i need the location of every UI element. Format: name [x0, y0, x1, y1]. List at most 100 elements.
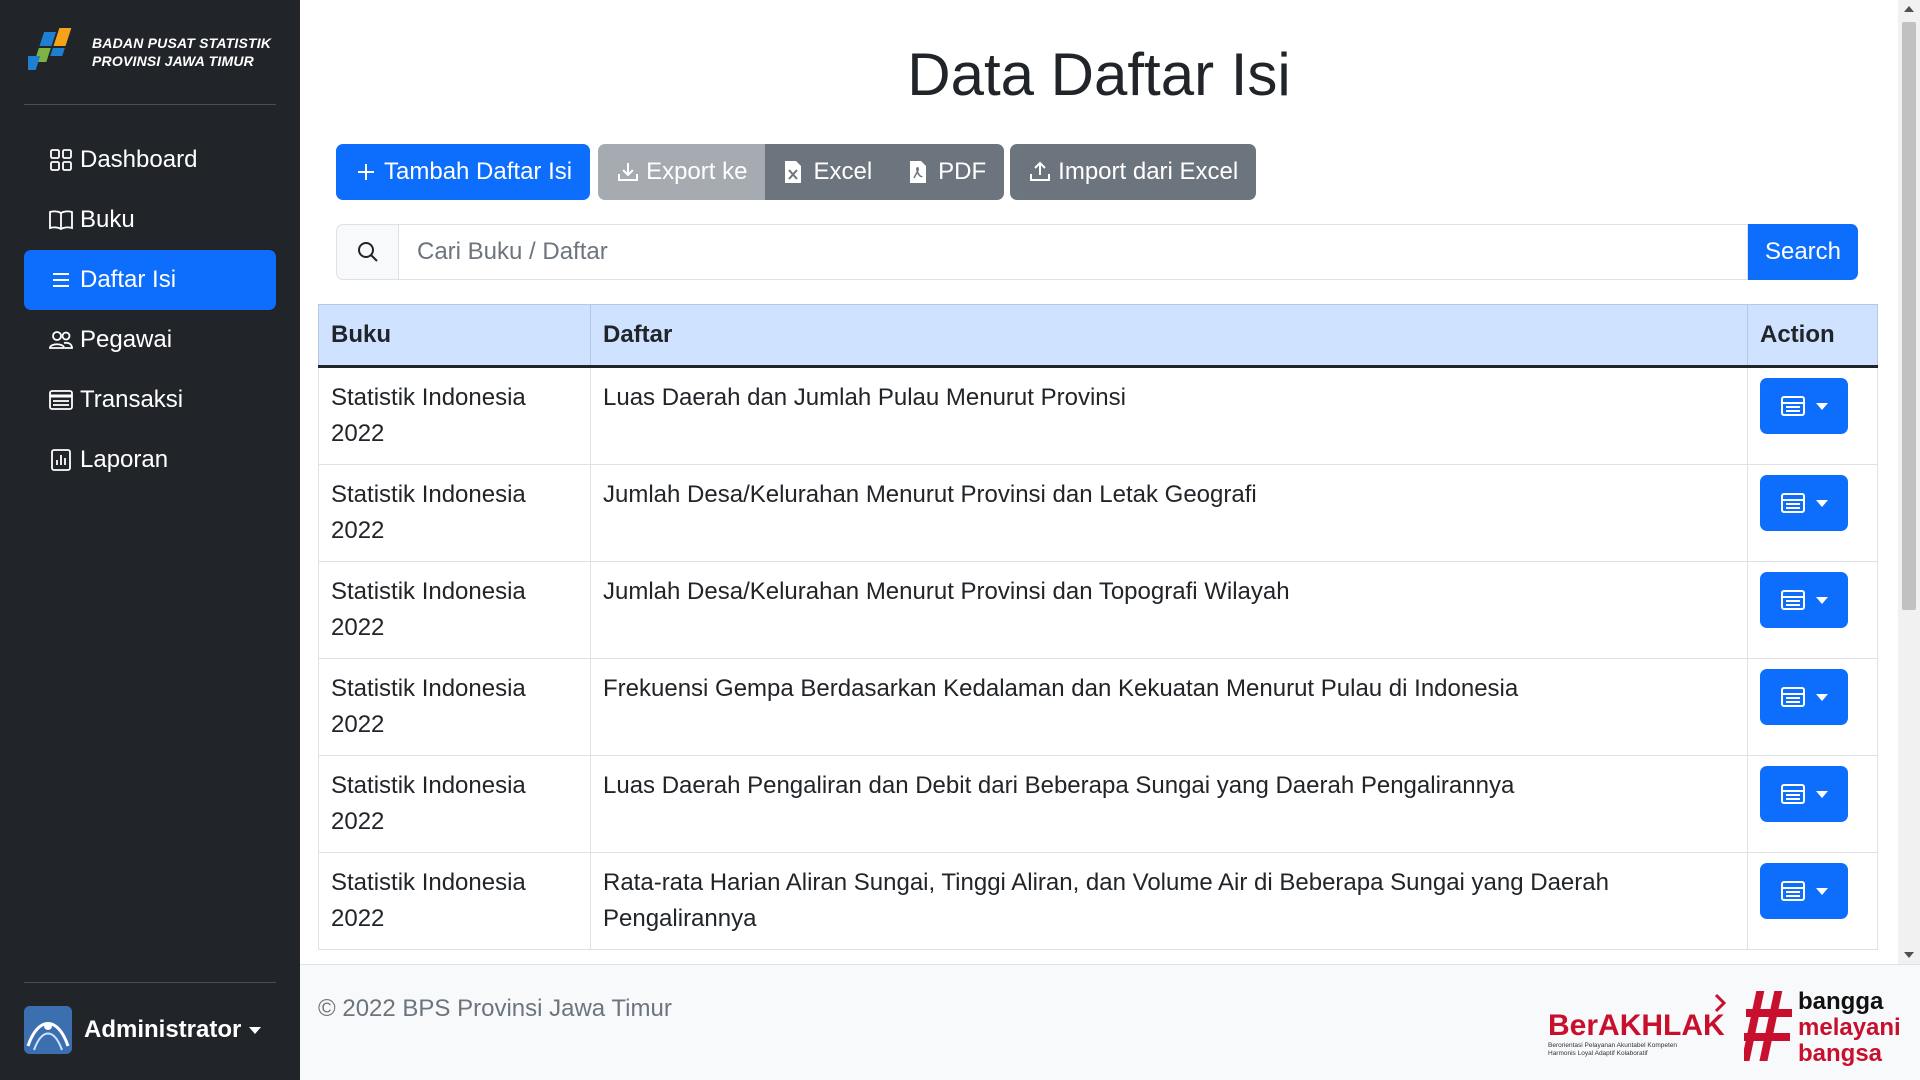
column-header-daftar[interactable]: Daftar	[590, 304, 1748, 368]
toolbar: Tambah Daftar Isi Export ke Excel PDF Im…	[336, 144, 1257, 200]
bar-chart-icon	[48, 447, 74, 473]
menu-card-icon	[1781, 590, 1805, 610]
action-dropdown-button[interactable]	[1760, 863, 1848, 919]
excel-button-label: Excel	[813, 158, 873, 185]
table-header-row: Buku Daftar Action	[318, 304, 1878, 368]
export-excel-button[interactable]: Excel	[765, 144, 891, 200]
brand-text: BADAN PUSAT STATISTIK PROVINSI JAWA TIMU…	[92, 34, 271, 70]
file-excel-icon	[783, 160, 807, 184]
scroll-thumb[interactable]	[1902, 22, 1916, 610]
cell-action	[1747, 755, 1878, 853]
berakhlak-title: BerAKHLAK	[1548, 1009, 1725, 1042]
menu-card-icon	[1781, 687, 1805, 707]
bangga-line-3: bangsa	[1798, 1040, 1883, 1067]
sidebar-item-pegawai[interactable]: Pegawai	[24, 310, 276, 370]
search-icon	[336, 224, 398, 280]
page-title: Data Daftar Isi	[907, 41, 1291, 108]
page-scrollbar[interactable]	[1898, 0, 1920, 964]
sidebar-item-label: Laporan	[80, 446, 169, 473]
menu-card-icon	[1781, 881, 1805, 901]
cell-daftar: Jumlah Desa/Kelurahan Menurut Provinsi d…	[590, 561, 1748, 659]
caret-down-icon	[1816, 693, 1828, 701]
action-dropdown-button[interactable]	[1760, 669, 1848, 725]
menu-card-icon	[1781, 784, 1805, 804]
daftar-isi-table: Buku Daftar Action Statistik Indonesia 2…	[318, 304, 1878, 950]
table-row: Statistik Indonesia 2022 Frekuensi Gempa…	[318, 658, 1878, 756]
caret-down-icon	[249, 1026, 262, 1034]
import-button-wrap: Import dari Excel	[1010, 144, 1257, 200]
sidebar-item-laporan[interactable]: Laporan	[24, 430, 276, 490]
caret-down-icon	[1816, 887, 1828, 895]
footer: © 2022 BPS Provinsi Jawa Timur BerAKHLAK…	[300, 964, 1920, 1080]
brand[interactable]: BADAN PUSAT STATISTIK PROVINSI JAWA TIMU…	[28, 26, 271, 78]
copyright-text: © 2022 BPS Provinsi Jawa Timur	[318, 995, 672, 1022]
bangga-line-2: melayani	[1798, 1014, 1901, 1041]
cell-action	[1747, 366, 1878, 465]
bangga-line-1: bangga	[1798, 988, 1884, 1015]
sidebar-item-label: Pegawai	[80, 326, 173, 353]
search-input[interactable]	[398, 224, 1748, 280]
action-dropdown-button[interactable]	[1760, 378, 1848, 434]
people-icon	[48, 327, 74, 353]
cell-daftar: Frekuensi Gempa Berdasarkan Kedalaman da…	[590, 658, 1748, 756]
bps-logo-icon	[28, 28, 72, 70]
main-content: Data Daftar Isi Tambah Daftar Isi Export…	[300, 0, 1898, 964]
menu-card-icon	[1781, 396, 1805, 416]
sidebar-item-daftar-isi[interactable]: Daftar Isi	[24, 250, 276, 310]
scroll-down-icon[interactable]	[1904, 952, 1914, 958]
bangga-melayani-bangsa-logo: bangga melayani bangsa	[1744, 988, 1901, 1067]
avatar	[24, 1006, 72, 1054]
list-icon	[48, 267, 74, 293]
import-excel-button[interactable]: Import dari Excel	[1010, 144, 1257, 200]
berakhlak-sub-1: Berorientasi Pelayanan Akuntabel Kompete…	[1548, 1042, 1677, 1049]
caret-down-icon	[1816, 790, 1828, 798]
user-name: Administrator	[84, 1016, 242, 1043]
table-body: Statistik Indonesia 2022 Luas Daerah dan…	[318, 366, 1878, 950]
export-pdf-button[interactable]: PDF	[890, 144, 1005, 200]
grid-icon	[48, 147, 74, 173]
brand-line-1: BADAN PUSAT STATISTIK	[92, 35, 272, 51]
cell-buku: Statistik Indonesia 2022	[318, 366, 591, 465]
scroll-up-icon[interactable]	[1904, 6, 1914, 12]
table-row: Statistik Indonesia 2022 Luas Daerah dan…	[318, 366, 1878, 465]
table-row: Statistik Indonesia 2022 Jumlah Desa/Kel…	[318, 464, 1878, 562]
cell-buku: Statistik Indonesia 2022	[318, 658, 591, 756]
sidebar-item-dashboard[interactable]: Dashboard	[24, 130, 276, 190]
action-dropdown-button[interactable]	[1760, 572, 1848, 628]
cell-action	[1747, 852, 1878, 950]
upload-icon	[1028, 160, 1052, 184]
sidebar: BADAN PUSAT STATISTIK PROVINSI JAWA TIMU…	[0, 0, 300, 1080]
caret-down-icon	[1816, 499, 1828, 507]
search-button[interactable]: Search	[1748, 224, 1858, 280]
add-daftar-isi-button[interactable]: Tambah Daftar Isi	[336, 144, 591, 200]
pdf-button-label: PDF	[938, 158, 987, 185]
export-button-label: Export ke	[646, 158, 748, 185]
sidebar-item-label: Buku	[80, 206, 135, 233]
berakhlak-sub-2: Harmonis Loyal Adaptif Kolaboratif	[1548, 1050, 1648, 1057]
cell-daftar: Luas Daerah Pengaliran dan Debit dari Be…	[590, 755, 1748, 853]
plus-icon	[354, 160, 378, 184]
sidebar-item-transaksi[interactable]: Transaksi	[24, 370, 276, 430]
cell-buku: Statistik Indonesia 2022	[318, 561, 591, 659]
credit-card-icon	[48, 387, 74, 413]
sidebar-item-buku[interactable]: Buku	[24, 190, 276, 250]
action-dropdown-button[interactable]	[1760, 475, 1848, 531]
cell-buku: Statistik Indonesia 2022	[318, 464, 591, 562]
table-row: Statistik Indonesia 2022 Jumlah Desa/Kel…	[318, 561, 1878, 659]
column-header-buku[interactable]: Buku	[318, 304, 591, 368]
export-button[interactable]: Export ke	[598, 144, 766, 200]
user-menu[interactable]: Administrator	[24, 1006, 262, 1054]
cell-action	[1747, 658, 1878, 756]
caret-down-icon	[1816, 596, 1828, 604]
table-row: Statistik Indonesia 2022 Luas Daerah Pen…	[318, 755, 1878, 853]
berakhlak-logo: BerAKHLAK Berorientasi Pelayanan Akuntab…	[1548, 993, 1727, 1057]
cell-action	[1747, 464, 1878, 562]
sidebar-nav: Dashboard Buku Daftar Isi Pegawai Transa…	[24, 130, 276, 490]
cell-buku: Statistik Indonesia 2022	[318, 852, 591, 950]
cell-daftar: Rata-rata Harian Aliran Sungai, Tinggi A…	[590, 852, 1748, 950]
cell-action	[1747, 561, 1878, 659]
action-dropdown-button[interactable]	[1760, 766, 1848, 822]
sidebar-divider-top	[24, 104, 276, 105]
sidebar-item-label: Dashboard	[80, 146, 198, 173]
table-row: Statistik Indonesia 2022 Rata-rata Haria…	[318, 852, 1878, 950]
